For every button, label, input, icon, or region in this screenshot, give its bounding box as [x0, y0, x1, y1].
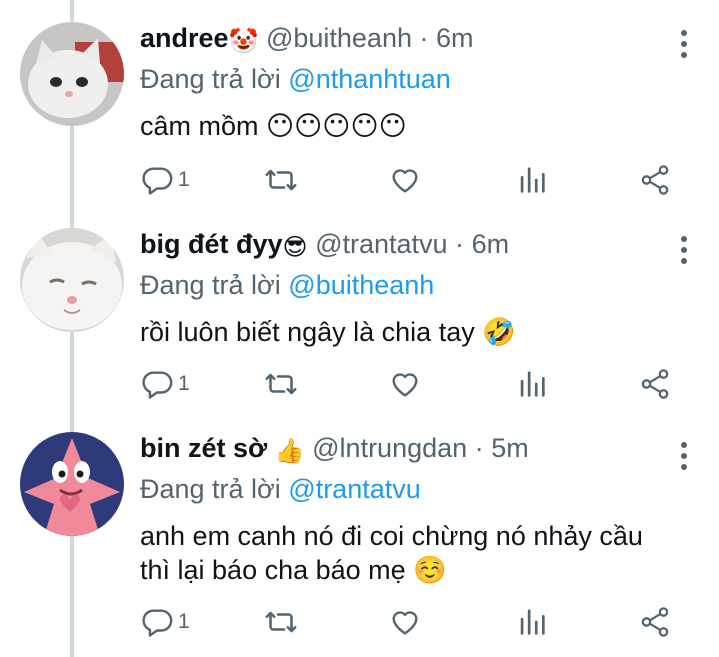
- reply-button[interactable]: 1: [140, 364, 190, 404]
- reply-button[interactable]: 1: [140, 602, 190, 642]
- reply-count: 1: [178, 372, 190, 395]
- user-handle[interactable]: @buitheanh: [266, 23, 412, 53]
- retweet-button[interactable]: [263, 364, 299, 404]
- views-icon: [520, 371, 545, 397]
- like-button[interactable]: [388, 602, 422, 642]
- action-bar: 1: [140, 602, 680, 642]
- replying-to: Đang trả lời @trantatvu: [140, 473, 659, 505]
- more-icon[interactable]: [679, 236, 689, 269]
- replying-to-label: Đang trả lời: [140, 270, 281, 300]
- avatar[interactable]: [20, 432, 124, 536]
- name-emoji: 👍: [274, 437, 305, 465]
- mention-link[interactable]: @buitheanh: [288, 270, 434, 300]
- views-button[interactable]: [515, 602, 549, 642]
- mention-link[interactable]: @trantatvu: [288, 474, 420, 504]
- user-handle[interactable]: @trantatvu: [315, 229, 447, 259]
- timestamp[interactable]: 6m: [472, 229, 510, 259]
- retweet-icon: [265, 611, 297, 633]
- separator: ·: [474, 433, 484, 463]
- replying-to-label: Đang trả lời: [140, 64, 281, 94]
- retweet-button[interactable]: [263, 602, 299, 642]
- action-bar: 1: [140, 364, 680, 404]
- avatar[interactable]: [20, 22, 124, 126]
- retweet-button[interactable]: [263, 160, 299, 200]
- retweet-icon: [265, 373, 297, 395]
- mention-link[interactable]: @nthanhtuan: [288, 64, 451, 94]
- like-button[interactable]: [388, 160, 422, 200]
- share-button[interactable]: [638, 160, 672, 200]
- replying-to: Đang trả lời @buitheanh: [140, 269, 659, 301]
- action-bar: 1: [140, 160, 680, 200]
- tweet-header: big đét đyy😎 @trantatvu · 6m: [140, 228, 659, 263]
- views-button[interactable]: [515, 364, 549, 404]
- reply-icon: [142, 167, 173, 195]
- tweet-text: câm mồm 😶😶😶😶😶: [140, 111, 407, 141]
- user-handle[interactable]: @lntrungdan: [312, 433, 467, 463]
- reply-count: 1: [178, 610, 190, 633]
- more-icon[interactable]: [679, 30, 689, 63]
- separator: ·: [455, 229, 465, 259]
- views-button[interactable]: [515, 160, 549, 200]
- like-button[interactable]: [388, 364, 422, 404]
- views-icon: [520, 609, 545, 635]
- timestamp[interactable]: 6m: [436, 23, 474, 53]
- timestamp[interactable]: 5m: [491, 433, 529, 463]
- replying-to: Đang trả lời @nthanhtuan: [140, 63, 659, 95]
- separator: ·: [419, 23, 429, 53]
- like-icon: [392, 373, 418, 397]
- share-icon: [641, 165, 669, 195]
- display-name[interactable]: bin zét sờ: [140, 433, 267, 463]
- share-button[interactable]: [638, 364, 672, 404]
- reply-count: 1: [178, 168, 190, 191]
- name-emoji: 🤡: [228, 27, 259, 55]
- display-name[interactable]: big đét đyy: [140, 229, 283, 259]
- tweet-header: andree🤡 @buitheanh · 6m: [140, 22, 659, 57]
- share-button[interactable]: [638, 602, 672, 642]
- like-icon: [392, 611, 418, 635]
- tweet-header: bin zét sờ 👍 @lntrungdan · 5m: [140, 432, 659, 467]
- tweet-text: anh em canh nó đi coi chừng nó nhảy cầu …: [140, 521, 643, 585]
- retweet-icon: [265, 169, 297, 191]
- reply-icon: [142, 371, 173, 399]
- more-icon[interactable]: [679, 442, 689, 475]
- name-emoji: 😎: [282, 233, 308, 261]
- replying-to-label: Đang trả lời: [140, 474, 281, 504]
- avatar[interactable]: [20, 228, 124, 332]
- views-icon: [520, 167, 545, 193]
- tweet-text: rồi luôn biết ngây là chia tay 🤣: [140, 317, 516, 347]
- display-name[interactable]: andree: [140, 23, 229, 53]
- share-icon: [641, 369, 669, 399]
- reply-button[interactable]: 1: [140, 160, 190, 200]
- share-icon: [641, 607, 669, 637]
- like-icon: [392, 169, 418, 193]
- reply-icon: [142, 609, 173, 637]
